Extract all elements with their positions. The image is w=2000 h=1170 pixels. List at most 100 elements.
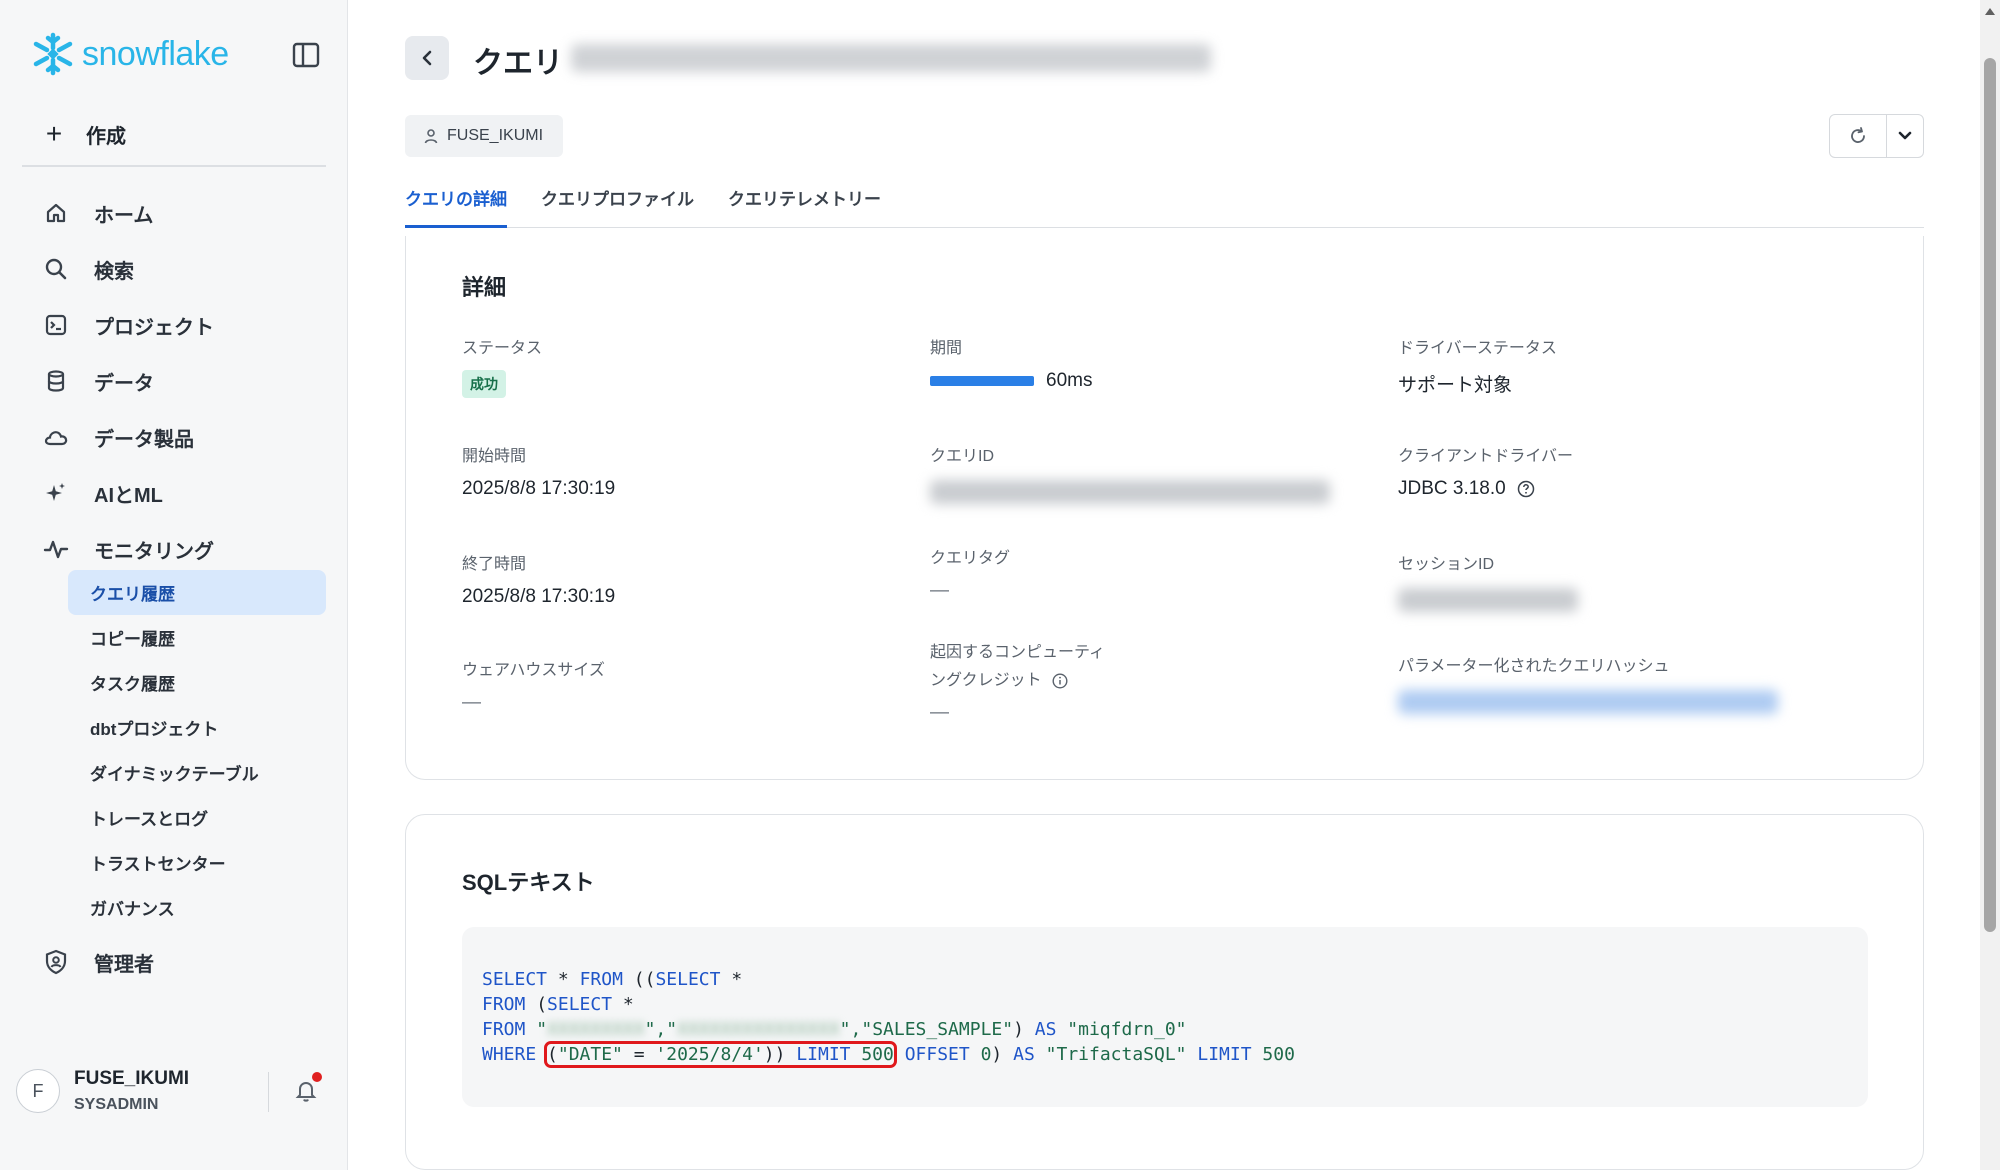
sidebar-divider bbox=[22, 165, 326, 167]
shield-icon bbox=[40, 946, 72, 978]
client-driver-row: JDBC 3.18.0 bbox=[1398, 478, 1573, 500]
duration-label: 期間 bbox=[930, 340, 963, 357]
sidebar-item-label: AIとML bbox=[94, 484, 163, 507]
credits-value: — bbox=[930, 702, 949, 723]
field-client-driver: クライアントドライバー JDBC 3.18.0 bbox=[1398, 442, 1573, 500]
user-divider bbox=[268, 1072, 269, 1112]
driver-status-value: サポート対象 bbox=[1398, 375, 1513, 396]
more-options-dropdown[interactable] bbox=[1886, 114, 1924, 158]
notifications-button[interactable] bbox=[294, 1078, 322, 1106]
sidebar-item-data[interactable]: データ bbox=[40, 353, 330, 409]
sidebar-item-query-history[interactable]: クエリ履歴 bbox=[68, 570, 326, 615]
sidebar-item-trust-center[interactable]: トラストセンター bbox=[68, 840, 326, 885]
session-id-redacted-value bbox=[1398, 588, 1578, 612]
details-card: 詳細 ステータス 成功 期間 60ms ドライバーステータス サポート対象 開始… bbox=[405, 236, 1924, 780]
start-time-value: 2025/8/8 17:30:19 bbox=[462, 478, 616, 499]
sidebar-item-dbt-projects[interactable]: dbtプロジェクト bbox=[68, 705, 326, 750]
sidebar-item-search[interactable]: 検索 bbox=[40, 241, 330, 297]
query-hash-redacted-link[interactable] bbox=[1398, 690, 1778, 714]
snowflake-logo[interactable]: snowflake bbox=[30, 30, 229, 78]
field-driver-status: ドライバーステータス サポート対象 bbox=[1398, 334, 1557, 397]
field-end-time: 終了時間 2025/8/8 17:30:19 bbox=[462, 550, 615, 608]
avatar[interactable]: F bbox=[16, 1069, 60, 1113]
scrollbar-thumb[interactable] bbox=[1984, 58, 1996, 932]
snowflake-icon bbox=[33, 32, 73, 76]
sidebar-nav: ホーム 検索 プロジェクト データ データ製品 AIとML モニタリング bbox=[40, 185, 330, 577]
sql-limit-value: 500 bbox=[861, 1044, 894, 1065]
warehouse-size-value: — bbox=[462, 692, 481, 713]
status-badge: 成功 bbox=[462, 370, 506, 398]
field-duration: 期間 60ms bbox=[930, 334, 1092, 392]
create-button[interactable]: + 作成 bbox=[40, 114, 126, 154]
sql-keyword: AS bbox=[1013, 1044, 1035, 1065]
client-driver-value: JDBC 3.18.0 bbox=[1398, 478, 1506, 499]
duration-row: 60ms bbox=[930, 370, 1092, 392]
sidebar-item-monitoring[interactable]: モニタリング bbox=[40, 521, 330, 577]
sidebar-item-projects[interactable]: プロジェクト bbox=[40, 297, 330, 353]
sql-highlighted-condition: ("DATE" = '2025/8/4')) LIMIT 500 bbox=[544, 1041, 897, 1068]
sidebar: snowflake + 作成 ホーム 検索 プロジェクト データ データ製品 A… bbox=[0, 0, 348, 1170]
end-time-value: 2025/8/8 17:30:19 bbox=[462, 586, 616, 607]
sidebar-collapse-button[interactable] bbox=[292, 42, 324, 70]
sidebar-item-label: プロジェクト bbox=[94, 316, 214, 339]
refresh-button[interactable] bbox=[1829, 114, 1887, 158]
bell-icon bbox=[295, 1081, 317, 1102]
sql-keyword: LIMIT bbox=[796, 1044, 851, 1065]
chevron-left-icon bbox=[422, 50, 432, 66]
sidebar-item-ai-ml[interactable]: AIとML bbox=[40, 465, 330, 521]
duration-bar-fill bbox=[930, 376, 1034, 386]
session-id-label: セッションID bbox=[1398, 556, 1495, 573]
sql-alias: "miqfdrn_0" bbox=[1067, 1019, 1187, 1040]
sidebar-item-copy-history[interactable]: コピー履歴 bbox=[68, 615, 326, 660]
sidebar-item-governance[interactable]: ガバナンス bbox=[68, 885, 326, 930]
credits-label-line1: 起因するコンピューティ bbox=[930, 644, 1106, 661]
sidebar-item-task-history[interactable]: タスク履歴 bbox=[68, 660, 326, 705]
query-id-redacted-value bbox=[930, 480, 1330, 504]
sql-keyword: SELECT bbox=[655, 969, 721, 990]
field-credits: 起因するコンピューティ ングクレジット — bbox=[930, 638, 1105, 724]
sidebar-item-admin[interactable]: 管理者 bbox=[40, 938, 154, 986]
user-chip: FUSE_IKUMI bbox=[405, 115, 563, 157]
sql-keyword: WHERE bbox=[482, 1044, 537, 1065]
user-chip-label: FUSE_IKUMI bbox=[447, 127, 544, 144]
info-icon[interactable] bbox=[1052, 673, 1068, 689]
plus-icon: + bbox=[45, 118, 63, 149]
sidebar-item-label: 管理者 bbox=[94, 953, 154, 976]
refresh-icon bbox=[1851, 127, 1865, 143]
sql-string: ", bbox=[839, 1019, 862, 1040]
user-icon bbox=[423, 128, 439, 144]
sql-table-name: "SALES_SAMPLE" bbox=[861, 1019, 1014, 1040]
scroll-up-arrow-icon[interactable] bbox=[1985, 8, 1995, 15]
sql-star: * bbox=[557, 969, 569, 990]
tab-query-profile[interactable]: クエリプロファイル bbox=[541, 186, 694, 228]
driver-status-label: ドライバーステータス bbox=[1398, 340, 1557, 357]
client-driver-label: クライアントドライバー bbox=[1398, 448, 1574, 465]
sidebar-item-home[interactable]: ホーム bbox=[40, 185, 330, 241]
help-icon[interactable] bbox=[1517, 480, 1535, 498]
cloud-icon bbox=[40, 421, 72, 453]
sql-card: SQLテキスト SELECT * FROM ((SELECT * FROM (S… bbox=[405, 814, 1924, 1170]
duration-value: 60ms bbox=[1046, 370, 1093, 391]
sql-star: * bbox=[731, 969, 743, 990]
user-role: SYSADMIN bbox=[74, 1096, 159, 1113]
field-warehouse-size: ウェアハウスサイズ — bbox=[462, 656, 605, 714]
tab-query-details[interactable]: クエリの詳細 bbox=[405, 186, 507, 228]
monitoring-subnav: クエリ履歴 コピー履歴 タスク履歴 dbtプロジェクト ダイナミックテーブル ト… bbox=[68, 570, 326, 930]
sidebar-item-dynamic-tables[interactable]: ダイナミックテーブル bbox=[68, 750, 326, 795]
sql-keyword: SELECT bbox=[482, 969, 548, 990]
main-content: クエリ FUSE_IKUMI クエリの詳細 クエリプロファイル クエリテレメトリ… bbox=[349, 0, 1980, 1170]
back-button[interactable] bbox=[405, 36, 449, 80]
brand-name: snowflake bbox=[82, 34, 229, 73]
details-title: 詳細 bbox=[462, 275, 507, 300]
tab-query-telemetry[interactable]: クエリテレメトリー bbox=[728, 186, 881, 228]
terminal-icon bbox=[40, 309, 72, 341]
duration-bar bbox=[930, 376, 1034, 386]
sql-keyword: OFFSET bbox=[904, 1044, 970, 1065]
sidebar-item-traces-logs[interactable]: トレースとログ bbox=[68, 795, 326, 840]
page-scrollbar[interactable] bbox=[1980, 0, 2000, 1170]
credits-label-line2: ングクレジット bbox=[930, 672, 1042, 689]
user-menu[interactable]: F FUSE_IKUMI SYSADMIN bbox=[16, 1066, 332, 1116]
sidebar-item-data-products[interactable]: データ製品 bbox=[40, 409, 330, 465]
sidebar-item-label: 検索 bbox=[94, 260, 134, 283]
sidebar-item-label: モニタリング bbox=[94, 540, 214, 563]
